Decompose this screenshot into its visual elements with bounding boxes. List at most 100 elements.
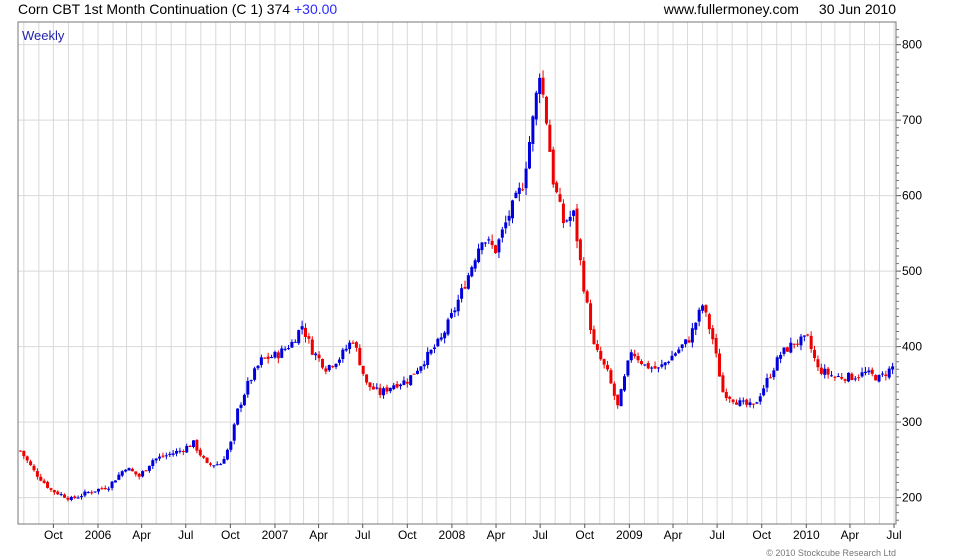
candle-body [42, 480, 46, 483]
candle-body [415, 370, 419, 374]
candle-body [531, 116, 535, 144]
candle-body [151, 460, 155, 467]
candle-body [83, 491, 87, 496]
candle-body [673, 353, 677, 356]
candle-body [799, 336, 803, 346]
candle-body [823, 368, 827, 375]
candle-body [541, 77, 545, 95]
candle-body [59, 494, 63, 496]
candle-body [113, 480, 117, 483]
candle-body [56, 491, 60, 495]
candle-body [619, 389, 623, 407]
candle-body [334, 363, 338, 368]
candle-body [273, 351, 277, 358]
candle-body [721, 375, 725, 393]
candle-body [198, 449, 202, 456]
x-axis: Oct 2006 Apr Jul Oct 2007 Apr Jul Oct 2008 Apr Jul O… [44, 524, 902, 542]
candle-body [477, 248, 481, 263]
candle-body [69, 496, 73, 500]
x-tick-label: Jul [532, 528, 547, 542]
copyright: © 2010 Stockcube Research Ltd [766, 548, 896, 558]
candle-body [463, 287, 467, 289]
x-tick-label: 2009 [616, 528, 643, 542]
candle-body [120, 471, 124, 476]
candle-body [494, 245, 498, 254]
candle-body [592, 329, 596, 345]
candle-body [524, 168, 528, 189]
candle-body [399, 384, 403, 387]
candle-body [734, 402, 738, 405]
candle-body [232, 424, 236, 441]
price-bars [18, 70, 895, 502]
candle-body [738, 400, 742, 406]
candle-body [222, 459, 226, 464]
candle-body [558, 194, 562, 202]
grid [18, 22, 896, 524]
candle-body [887, 368, 891, 378]
y-axis: 200 300 400 500 600 700 800 [896, 29, 922, 521]
candle-body [443, 332, 447, 339]
candle-body [287, 348, 291, 350]
candle-body [697, 309, 701, 322]
candle-body [806, 334, 810, 336]
candle-body [606, 364, 610, 370]
candle-body [317, 354, 321, 359]
candle-body [561, 203, 565, 224]
candle-body [385, 387, 389, 392]
candle-body [663, 362, 667, 366]
candle-body [578, 239, 582, 261]
candle-body [870, 369, 874, 374]
candle-body [612, 383, 616, 396]
candle-body [724, 391, 728, 399]
candle-body [422, 364, 426, 367]
candle-body [117, 474, 121, 480]
candle-body [337, 359, 341, 363]
x-tick-label: Jul [886, 528, 901, 542]
candle-body [867, 370, 871, 373]
candle-body [758, 396, 762, 402]
candle-body [412, 373, 416, 375]
candle-body [850, 373, 854, 380]
y-tick-label: 400 [902, 340, 922, 354]
candle-body [690, 328, 694, 343]
candle-body [711, 328, 715, 340]
x-tick-label: Apr [309, 528, 328, 542]
candle-body [517, 187, 521, 194]
candle-body [229, 441, 233, 450]
candle-body [544, 96, 548, 124]
candle-body [534, 92, 538, 120]
candle-body [575, 208, 579, 242]
y-tick-label: 300 [902, 415, 922, 429]
candle-body [718, 353, 722, 377]
candle-body [480, 242, 484, 251]
candle-body [259, 357, 263, 365]
candle-body [857, 377, 861, 379]
candle-body [161, 455, 165, 457]
candle-body [266, 356, 270, 359]
candle-body [891, 366, 895, 370]
candle-body [52, 490, 56, 493]
candle-body [96, 488, 100, 492]
candle-body [514, 192, 518, 199]
candle-body [568, 216, 572, 221]
candle-body [473, 260, 477, 269]
candle-body [188, 445, 192, 447]
x-tick-label: Oct [398, 528, 417, 542]
x-tick-label: Jul [709, 528, 724, 542]
candle-body [745, 399, 749, 405]
candle-body [439, 337, 443, 340]
candle-body [741, 400, 745, 402]
candle-body [548, 124, 552, 152]
candle-body [819, 367, 823, 374]
candle-body [660, 364, 664, 367]
candle-body [863, 371, 867, 374]
candle-body [775, 357, 779, 371]
candle-body [521, 189, 525, 191]
candle-body [382, 388, 386, 396]
candle-body [846, 372, 850, 382]
candle-body [623, 376, 627, 391]
candle-body [130, 468, 134, 472]
candle-body [365, 374, 369, 383]
candle-body [246, 380, 250, 395]
candle-body [236, 408, 240, 425]
